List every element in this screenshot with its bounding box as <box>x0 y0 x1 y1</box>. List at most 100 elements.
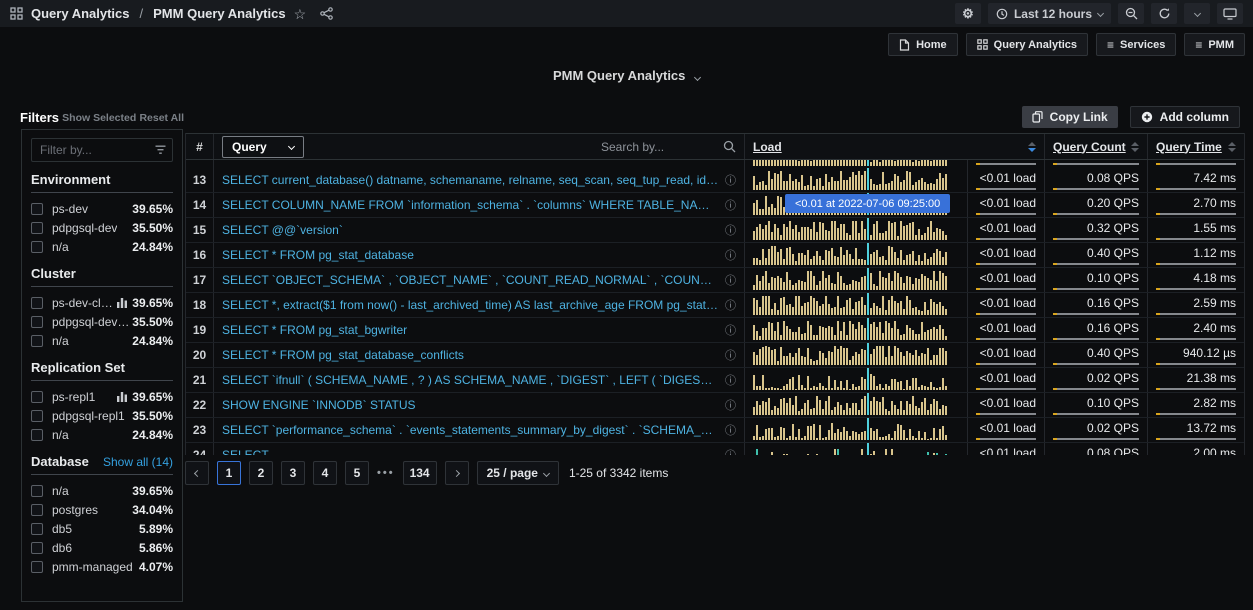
query-count-column-header[interactable]: Query Count <box>1044 134 1147 159</box>
info-icon[interactable]: ⓘ <box>725 447 736 455</box>
filter-item[interactable]: db55.89% <box>31 519 173 538</box>
page-size-select[interactable]: 25 / page <box>477 461 559 485</box>
query-dimension-select[interactable]: Query <box>222 136 304 158</box>
filter-item[interactable]: db65.86% <box>31 538 173 557</box>
prev-page-button[interactable] <box>185 461 209 485</box>
show-all-link[interactable]: Show all (14) <box>103 455 173 469</box>
add-column-button[interactable]: Add column <box>1130 106 1240 128</box>
filter-by-input[interactable] <box>31 138 173 162</box>
page-button-1[interactable]: 1 <box>217 461 241 485</box>
breadcrumb-page[interactable]: PMM Query Analytics <box>153 6 285 21</box>
table-row: 12 <box>186 160 1244 168</box>
search-icon[interactable] <box>723 140 736 153</box>
sort-icons[interactable] <box>1028 142 1036 152</box>
checkbox[interactable] <box>31 297 43 309</box>
load-column-label: Load <box>753 140 782 154</box>
query-link[interactable]: SELECT `performance_schema` . `events_st… <box>222 423 719 437</box>
page-button-2[interactable]: 2 <box>249 461 273 485</box>
filter-item[interactable]: pmm-managed4.07% <box>31 557 173 576</box>
filter-item[interactable]: pdpgsql-repl135.50% <box>31 406 173 425</box>
sort-icons[interactable] <box>1131 142 1139 152</box>
load-column-header[interactable]: Load <box>744 134 1044 159</box>
filter-item[interactable]: n/a24.84% <box>31 237 173 256</box>
checkbox[interactable] <box>31 316 43 328</box>
query-link[interactable]: SELECT COLUMN_NAME FROM `information_sch… <box>222 198 719 212</box>
info-icon[interactable]: ⓘ <box>725 247 736 263</box>
checkbox[interactable] <box>31 222 43 234</box>
checkbox[interactable] <box>31 241 43 253</box>
checkbox[interactable] <box>31 561 43 573</box>
time-range-picker[interactable]: Last 12 hours <box>988 3 1111 24</box>
query-link[interactable]: SELECT ... <box>222 448 719 455</box>
next-page-button[interactable] <box>445 461 469 485</box>
filter-item[interactable]: pdpgsql-dev35.50% <box>31 218 173 237</box>
filter-item[interactable]: postgres34.04% <box>31 500 173 519</box>
checkbox[interactable] <box>31 523 43 535</box>
kiosk-mode-button[interactable] <box>1217 3 1243 24</box>
breadcrumb-section[interactable]: Query Analytics <box>31 6 130 21</box>
checkbox[interactable] <box>31 335 43 347</box>
query-cell: SELECT * FROM pg_stat_database ⓘ <box>213 243 744 267</box>
query-link[interactable]: SHOW ENGINE `INNODB` STATUS <box>222 398 719 412</box>
filter-item[interactable]: ps-repl139.65% <box>31 387 173 406</box>
query-link[interactable]: SELECT `ifnull` ( SCHEMA_NAME , ? ) AS S… <box>222 373 719 387</box>
nav-link-pmm[interactable]: ≡ PMM <box>1184 33 1245 56</box>
refresh-button[interactable] <box>1151 3 1177 24</box>
filter-item[interactable]: n/a39.65% <box>31 481 173 500</box>
share-icon[interactable] <box>320 7 333 20</box>
dashboard-settings-button[interactable]: ⚙ <box>955 3 981 24</box>
info-icon[interactable]: ⓘ <box>725 172 736 188</box>
checkbox[interactable] <box>31 542 43 554</box>
star-icon[interactable]: ☆ <box>294 7 307 21</box>
info-icon[interactable]: ⓘ <box>725 272 736 288</box>
dashboard-title-row[interactable]: PMM Query Analytics <box>0 68 1253 83</box>
load-sparkline-chart <box>753 270 949 290</box>
checkbox[interactable] <box>31 485 43 497</box>
info-icon[interactable]: ⓘ <box>725 322 736 338</box>
value-meter-bar <box>1053 213 1139 215</box>
query-link[interactable]: SELECT * FROM pg_stat_bgwriter <box>222 323 719 337</box>
filter-item[interactable]: n/a24.84% <box>31 331 173 350</box>
info-icon[interactable]: ⓘ <box>725 347 736 363</box>
sort-icons[interactable] <box>1228 142 1236 152</box>
query-link[interactable]: SELECT * FROM pg_stat_database_conflicts <box>222 348 719 362</box>
reset-all-link[interactable]: Reset All <box>139 112 184 124</box>
load-sparkline-cell <box>744 393 967 417</box>
checkbox[interactable] <box>31 391 43 403</box>
info-icon[interactable]: ⓘ <box>725 372 736 388</box>
page-button-3[interactable]: 3 <box>281 461 305 485</box>
page-button-5[interactable]: 5 <box>345 461 369 485</box>
query-time-value: 1.12 ms <box>1147 243 1244 267</box>
info-icon[interactable]: ⓘ <box>725 222 736 238</box>
nav-link-query-analytics[interactable]: Query Analytics <box>966 33 1088 56</box>
nav-link-home[interactable]: Home <box>888 33 958 56</box>
checkbox[interactable] <box>31 203 43 215</box>
query-link[interactable]: SELECT `OBJECT_SCHEMA` , `OBJECT_NAME` ,… <box>222 273 719 287</box>
checkbox[interactable] <box>31 504 43 516</box>
show-selected-link[interactable]: Show Selected <box>62 112 136 124</box>
filter-item[interactable]: ps-dev-cluster39.65% <box>31 293 173 312</box>
search-input[interactable] <box>601 140 713 154</box>
nav-link-services[interactable]: ≡ Services <box>1096 33 1176 56</box>
filter-item[interactable]: pdpgsql-dev-c...35.50% <box>31 312 173 331</box>
filter-item[interactable]: ps-dev39.65% <box>31 199 173 218</box>
copy-link-button[interactable]: Copy Link <box>1022 106 1118 128</box>
query-link[interactable]: SELECT current_database() datname, schem… <box>222 173 719 187</box>
checkbox[interactable] <box>31 429 43 441</box>
info-icon[interactable]: ⓘ <box>725 397 736 413</box>
info-icon[interactable]: ⓘ <box>725 422 736 438</box>
zoom-out-button[interactable] <box>1118 3 1144 24</box>
page-button-4[interactable]: 4 <box>313 461 337 485</box>
info-icon[interactable]: ⓘ <box>725 197 736 213</box>
query-link[interactable]: SELECT *, extract($1 from now() - last_a… <box>222 298 719 312</box>
query-link[interactable]: SELECT * FROM pg_stat_database <box>222 248 719 262</box>
checkbox[interactable] <box>31 410 43 422</box>
query-link[interactable]: SELECT @@`version` <box>222 223 719 237</box>
info-icon[interactable]: ⓘ <box>725 297 736 313</box>
page-button-last[interactable]: 134 <box>403 461 437 485</box>
query-time-column-header[interactable]: Query Time <box>1147 134 1244 159</box>
filter-item[interactable]: n/a24.84% <box>31 425 173 444</box>
apps-grid-icon[interactable] <box>10 7 23 20</box>
query-cell: SELECT `OBJECT_SCHEMA` , `OBJECT_NAME` ,… <box>213 268 744 292</box>
refresh-interval-dropdown[interactable] <box>1184 3 1210 24</box>
